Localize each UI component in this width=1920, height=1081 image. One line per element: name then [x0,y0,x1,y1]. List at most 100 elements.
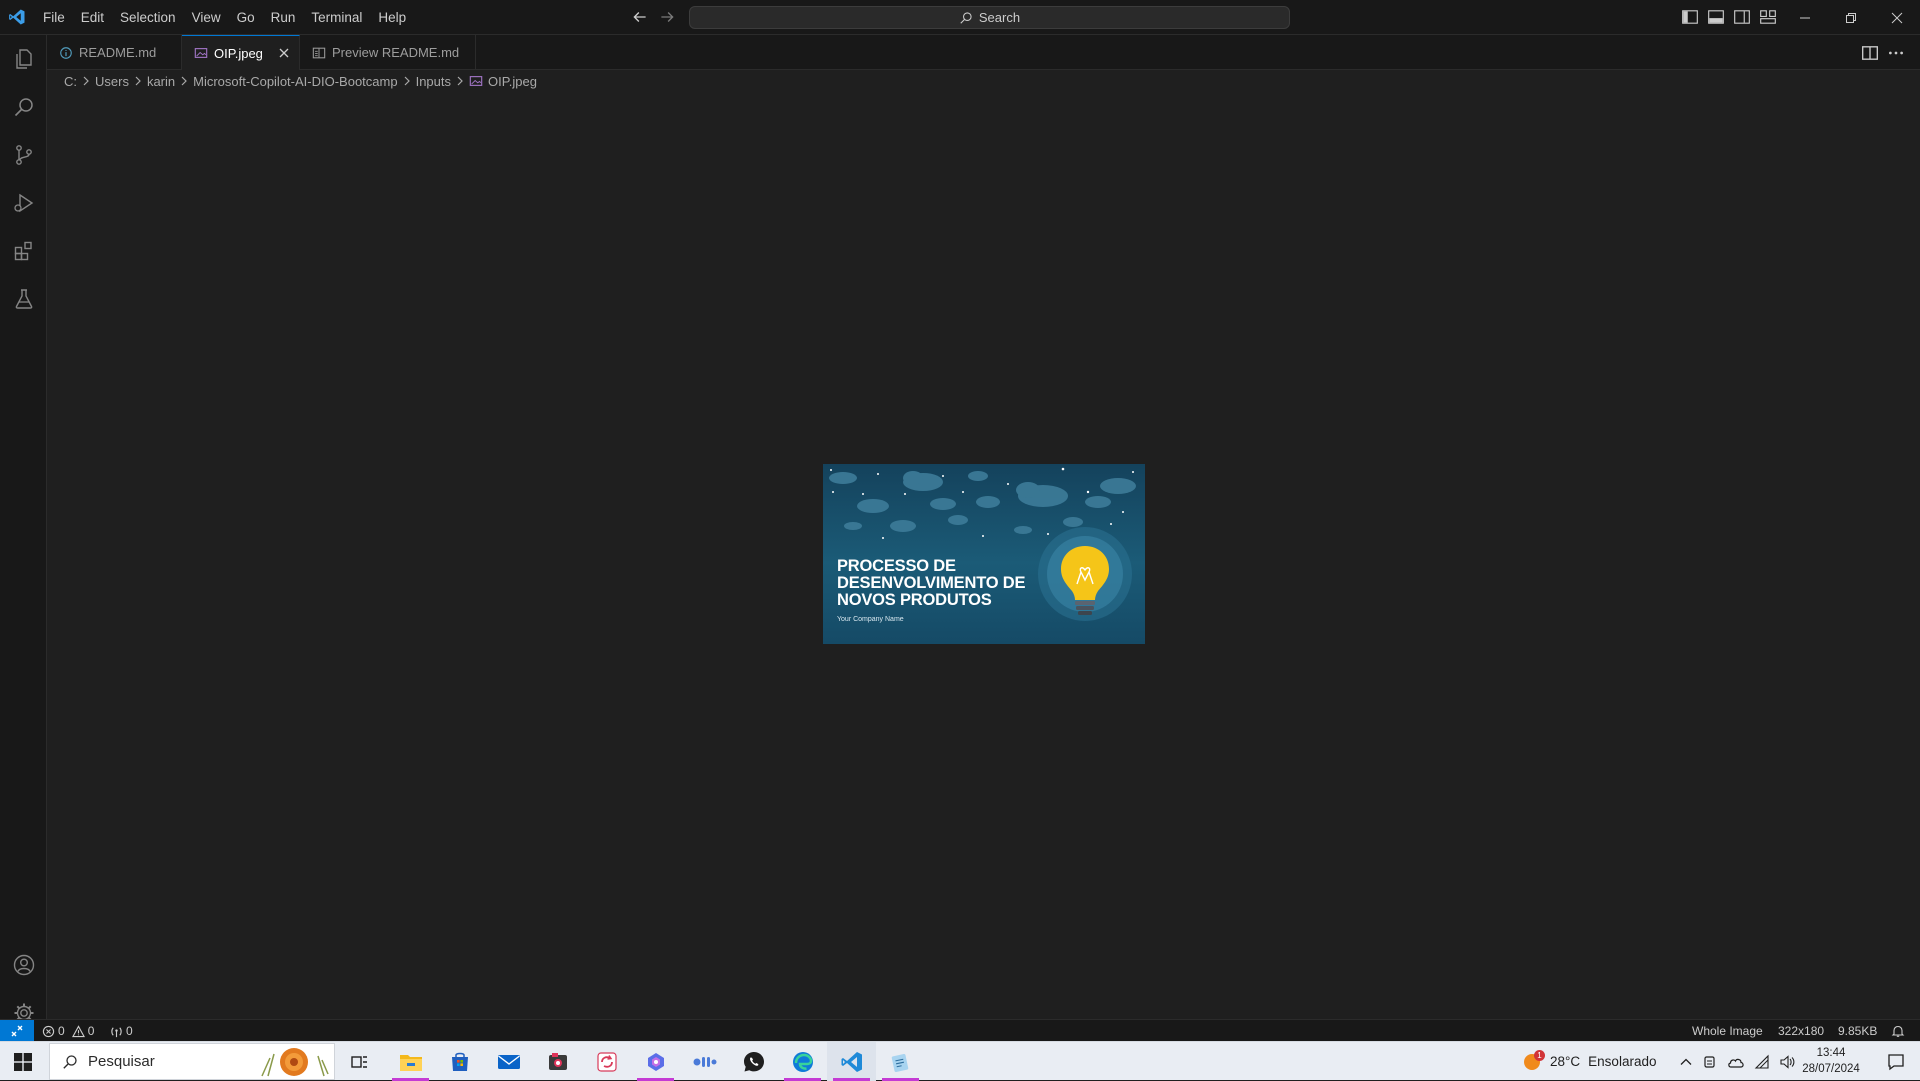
taskbar-microsoft-store[interactable] [435,1042,484,1081]
image-preview[interactable]: PROCESSO DE DESENVOLVIMENTO DE NOVOS PRO… [823,464,1145,644]
warning-count: 0 [87,1024,95,1038]
wifi-icon[interactable] [1754,1054,1770,1070]
photo-editor-icon [548,1052,567,1070]
source-control-icon [15,145,32,165]
minimize-button[interactable] [1782,0,1828,35]
menu-go[interactable]: Go [229,6,263,30]
clock-time: 13:44 [1816,1047,1846,1059]
breadcrumb-item[interactable]: Microsoft-Copilot-AI-DIO-Bootcamp [193,74,397,89]
ports-count: 0 [126,1024,133,1038]
problems-indicator[interactable]: 0 0 [42,1020,94,1042]
restore-button[interactable] [1828,0,1874,35]
chevron-right-icon [135,76,141,86]
extensions-button[interactable] [0,227,47,275]
command-center-search[interactable]: Search [689,6,1290,29]
onedrive-cloud-icon[interactable] [1727,1054,1745,1070]
zoom-mode-indicator[interactable]: Whole Image [1692,1020,1763,1042]
taskbar-meeting-app[interactable] [680,1042,729,1081]
search-icon [14,98,33,117]
task-view-button[interactable] [335,1042,384,1081]
split-editor-icon[interactable] [1861,44,1879,62]
error-icon [42,1025,55,1037]
close-window-button[interactable] [1874,0,1920,35]
menu-file[interactable]: File [35,6,73,30]
chevron-up-icon[interactable] [1679,1055,1693,1069]
search-highlight-illustration [261,1048,329,1077]
more-actions-icon[interactable] [1887,44,1905,62]
run-debug-icon [13,193,33,213]
start-button[interactable] [0,1042,46,1081]
ports-indicator[interactable]: 0 [110,1020,133,1042]
breadcrumb-item-current[interactable]: OIP.jpeg [488,74,537,89]
breadcrumb-item[interactable]: karin [147,74,175,89]
menu-terminal[interactable]: Terminal [303,6,370,30]
remote-icon [11,1025,23,1037]
back-arrow-icon[interactable] [631,8,649,26]
explorer-button[interactable] [0,35,47,83]
meet-now-icon[interactable] [1702,1054,1718,1070]
notepad-icon [891,1053,908,1072]
tab-preview-readme[interactable]: Preview README.md [300,35,476,70]
image-editor-area: PROCESSO DE DESENVOLVIMENTO DE NOVOS PRO… [47,92,1920,1019]
forward-arrow-icon[interactable] [658,8,676,26]
accounts-button[interactable] [0,941,47,989]
notification-center-button[interactable] [1871,1042,1920,1081]
menu-run[interactable]: Run [263,6,304,30]
command-center-label: Search [978,10,1021,25]
vscode-logo-icon[interactable] [8,8,26,26]
taskbar-sync-app[interactable] [582,1042,631,1081]
weather-temperature: 28°C [1550,1054,1581,1069]
tab-label: README.md [79,45,157,60]
notifications-button[interactable] [1891,1020,1905,1042]
tab-oip-jpeg[interactable]: OIP.jpeg [182,35,300,70]
menu-edit[interactable]: Edit [73,6,112,30]
taskbar-file-explorer[interactable] [386,1042,435,1081]
toggle-secondary-sidebar-icon[interactable] [1733,8,1751,26]
menu-help[interactable]: Help [370,6,414,30]
taskbar-whatsapp[interactable] [729,1042,778,1081]
tab-label: OIP.jpeg [214,45,263,61]
close-tab-icon[interactable] [277,46,291,60]
breadcrumb-item[interactable]: C: [64,74,77,89]
customize-layout-icon[interactable] [1759,8,1777,26]
status-bar: 0 0 0 Whole Image 322x180 9.85KB [0,1019,1920,1042]
copilot-icon [647,1052,664,1071]
whatsapp-icon [743,1051,764,1071]
breadcrumb-item[interactable]: Users [95,74,129,89]
image-file-icon [469,76,483,86]
taskbar-copilot[interactable] [631,1042,680,1081]
light-bulb-illustration [1038,527,1132,621]
taskbar-search-box[interactable]: Pesquisar [49,1043,335,1080]
search-icon [960,11,972,24]
menu-selection[interactable]: Selection [112,6,184,30]
run-debug-button[interactable] [0,179,47,227]
edge-browser-icon [792,1051,813,1072]
taskbar-photos-app[interactable] [533,1042,582,1081]
testing-button[interactable] [0,275,47,323]
editor-tabs-bar: README.md OIP.jpeg Preview README.md [47,35,1920,70]
breadcrumb: C: Users karin Microsoft-Copilot-AI-DIO-… [64,70,537,92]
tab-readme[interactable]: README.md [47,35,182,70]
menu-view[interactable]: View [184,6,229,30]
image-dimensions: 322x180 [1778,1024,1825,1038]
clock-date: 28/07/2024 [1802,1063,1860,1075]
source-control-button[interactable] [0,131,47,179]
weather-widget[interactable]: 1 28°C Ensolarado [1522,1042,1656,1081]
restore-icon [1846,12,1856,23]
taskbar-mail[interactable] [484,1042,533,1081]
folder-icon [399,1054,422,1071]
remote-indicator-button[interactable] [0,1020,34,1042]
toggle-panel-icon[interactable] [1707,8,1725,26]
image-file-icon [194,48,208,58]
files-icon [15,49,32,69]
image-title-line: DESENVOLVIMENTO DE [837,574,1026,592]
minimize-icon [1800,17,1810,18]
taskbar-notepad[interactable] [876,1042,925,1081]
taskbar-vscode[interactable] [827,1042,876,1081]
toggle-primary-sidebar-icon[interactable] [1681,8,1699,26]
search-view-button[interactable] [0,83,47,131]
taskbar-edge[interactable] [778,1042,827,1081]
taskbar-clock[interactable]: 13:44 28/07/2024 [1790,1045,1872,1077]
warning-icon [71,1024,85,1037]
breadcrumb-item[interactable]: Inputs [416,74,451,89]
